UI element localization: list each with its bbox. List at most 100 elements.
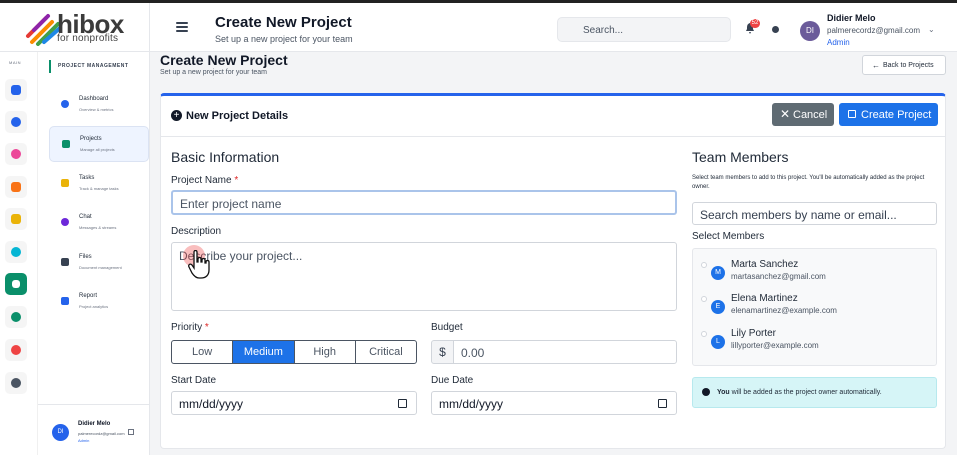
avatar: E	[711, 300, 725, 314]
team-members-title: Team Members	[692, 149, 789, 165]
home-icon[interactable]	[5, 79, 27, 101]
sidebar-item-desc: Project analytics	[79, 304, 109, 309]
member-checkbox[interactable]	[701, 296, 707, 302]
hand-cursor-icon	[188, 250, 210, 279]
close-icon: ✕	[780, 107, 791, 121]
graduation-icon[interactable]	[5, 208, 27, 230]
priority-label: Priority *	[171, 322, 209, 333]
user-name: Didier Melo	[827, 13, 876, 23]
sidebar-item-chat[interactable]: Chat Messages & streams	[49, 205, 149, 241]
projects-icon	[62, 140, 70, 148]
project-name-input[interactable]: Enter project name	[171, 190, 677, 215]
theme-toggle-icon[interactable]	[772, 26, 779, 33]
info-text: will be added as the project owner autom…	[729, 389, 882, 396]
list-item[interactable]: L Lily Porter lillyporter@example.com	[701, 328, 931, 358]
create-label: Create Project	[861, 109, 932, 121]
list-item[interactable]: E Elena Martinez elenamartinez@example.c…	[701, 293, 931, 323]
sidebar-item-label: Report	[79, 293, 98, 299]
sidebar-item-projects[interactable]: Projects Manage all projects	[49, 126, 149, 162]
sidebar-item-desc: Track & manage tasks	[79, 186, 119, 191]
member-email: martasanchez@gmail.com	[731, 272, 826, 281]
description-label: Description	[171, 226, 222, 237]
cancel-button[interactable]: ✕ Cancel	[772, 103, 834, 126]
book-icon[interactable]	[5, 176, 27, 198]
menu-icon[interactable]	[176, 22, 188, 32]
avatar[interactable]: DI	[800, 21, 820, 41]
save-icon	[848, 110, 856, 118]
chart-pie-icon[interactable]	[5, 339, 27, 361]
member-email: lillyporter@example.com	[731, 341, 819, 350]
sidebar-item-label: Dashboard	[79, 96, 109, 102]
projects-icon[interactable]	[5, 273, 27, 295]
sidebar-item-label: Files	[79, 254, 92, 260]
header-subtitle: Set up a new project for your team	[215, 34, 353, 44]
user-name: Didier Melo	[78, 421, 111, 427]
user-role: Admin	[78, 438, 90, 443]
tasks-icon	[61, 179, 69, 187]
member-checkbox[interactable]	[701, 262, 707, 268]
back-button-label: Back to Projects	[883, 62, 934, 69]
page-subtitle: Set up a new project for your team	[160, 69, 267, 76]
team-description: Select team members to add to this proje…	[692, 175, 925, 190]
budget-placeholder: 0.00	[461, 346, 485, 360]
project-form-card: + New Project Details ✕ Cancel Create Pr…	[160, 93, 946, 449]
search-placeholder: Search...	[583, 25, 624, 36]
budget-label: Budget	[431, 322, 463, 333]
start-date-value: mm/dd/yyyy	[179, 397, 244, 411]
page-title: Create New Project	[160, 52, 288, 68]
sidebar-item-files[interactable]: Files Document management	[49, 245, 149, 281]
chevron-down-icon[interactable]: ⌄	[928, 25, 935, 34]
circle-icon[interactable]	[5, 241, 27, 263]
priority-medium[interactable]: Medium	[233, 341, 295, 363]
member-email: elenamartinez@example.com	[731, 306, 837, 315]
priority-critical[interactable]: Critical	[356, 341, 416, 363]
folder-icon	[61, 258, 69, 266]
priority-high[interactable]: High	[295, 341, 356, 363]
calendar-icon[interactable]	[398, 399, 407, 408]
project-name-label: Project Name *	[171, 175, 239, 186]
sitemap-icon[interactable]	[5, 111, 27, 133]
create-project-button[interactable]: Create Project	[839, 103, 938, 126]
member-name: Lily Porter	[731, 328, 777, 339]
project-name-placeholder: Enter project name	[180, 197, 282, 211]
sidebar-item-report[interactable]: Report Project analytics	[49, 284, 149, 320]
select-members-label: Select Members	[692, 231, 765, 242]
calendar-icon[interactable]	[658, 399, 667, 408]
budget-input[interactable]: 0.00	[453, 340, 677, 364]
user-role: Admin	[827, 38, 850, 47]
sidebar-item-desc: Overview & metrics	[79, 107, 114, 112]
priority-selector: Low Medium High Critical	[171, 340, 417, 364]
start-date-input[interactable]: mm/dd/yyyy	[171, 391, 417, 415]
due-date-input[interactable]: mm/dd/yyyy	[431, 391, 677, 415]
member-search-input[interactable]: Search members by name or email...	[692, 202, 937, 225]
member-checkbox[interactable]	[701, 331, 707, 337]
member-name: Marta Sanchez	[731, 259, 799, 270]
users-icon[interactable]	[5, 306, 27, 328]
external-link-icon[interactable]	[128, 429, 134, 435]
list-item[interactable]: M Marta Sanchez martasanchez@gmail.com	[701, 259, 931, 289]
chat-icon	[61, 218, 69, 226]
pill-icon[interactable]	[5, 143, 27, 165]
members-list: M Marta Sanchez martasanchez@gmail.com E…	[692, 248, 937, 366]
info-icon	[702, 388, 710, 396]
search-input[interactable]: Search...	[557, 17, 731, 42]
due-date-label: Due Date	[431, 375, 474, 386]
description-textarea[interactable]: Describe your project...	[171, 242, 677, 311]
plus-circle-icon: +	[171, 110, 182, 121]
user-email: palmerecordz@gmail.com	[827, 26, 921, 35]
gear-icon[interactable]	[5, 372, 27, 394]
brand-tagline: for nonprofits	[57, 33, 119, 44]
sidebar-item-desc: Manage all projects	[80, 147, 115, 152]
info-bold: You	[717, 389, 730, 396]
member-name: Elena Martinez	[731, 293, 798, 304]
due-date-value: mm/dd/yyyy	[439, 397, 504, 411]
sidebar-item-tasks[interactable]: Tasks Track & manage tasks	[49, 166, 149, 202]
back-to-projects-button[interactable]: ← Back to Projects	[862, 55, 946, 75]
avatar[interactable]: DI	[52, 424, 69, 441]
priority-low[interactable]: Low	[172, 341, 234, 363]
sidebar-item-dashboard[interactable]: Dashboard Overview & metrics	[49, 87, 149, 123]
icon-rail: MAIN	[0, 52, 38, 455]
card-header: + New Project Details ✕ Cancel Create Pr…	[161, 96, 945, 137]
rail-label: MAIN	[9, 60, 21, 65]
avatar: M	[711, 266, 725, 280]
